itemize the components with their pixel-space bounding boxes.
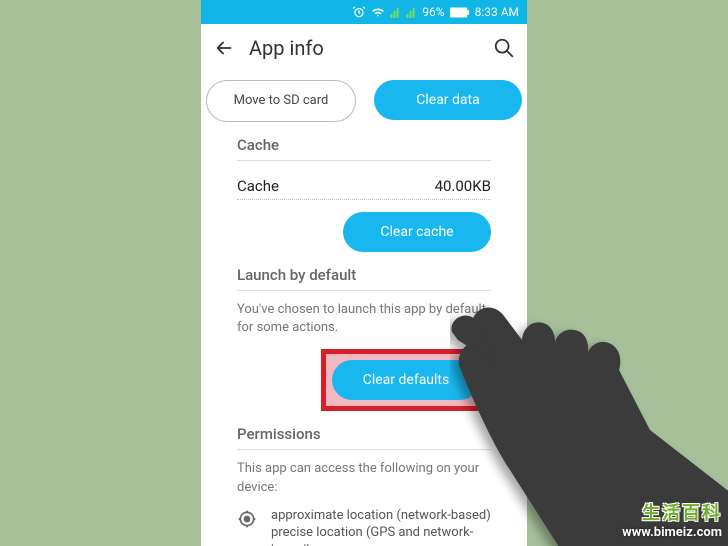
search-icon[interactable] (493, 37, 515, 59)
launch-header: Launch by default (237, 266, 491, 284)
location-icon (237, 509, 257, 529)
app-bar: App info (201, 24, 527, 72)
permissions-desc: This app can access the following on you… (237, 460, 491, 496)
permission-text: precise location (GPS and network-based) (271, 524, 491, 546)
alarm-icon (352, 5, 366, 19)
permission-item: approximate location (network-based) pre… (237, 507, 491, 546)
storage-buttons: Move to SD card Clear data (237, 80, 491, 122)
cache-value: 40.00KB (435, 177, 491, 195)
signal-icon-1 (390, 6, 401, 18)
permissions-header: Permissions (237, 425, 491, 443)
divider (237, 290, 491, 291)
move-to-sd-button[interactable]: Move to SD card (206, 80, 356, 122)
wifi-icon (371, 5, 385, 19)
phone-frame: 96% 8:33 AM App info Move to SD card Cle… (201, 0, 527, 546)
watermark-url: www.bimeiz.com (622, 525, 722, 540)
cache-row: Cache 40.00KB (237, 171, 491, 200)
watermark-text: 生活百科 (622, 499, 722, 525)
divider (237, 449, 491, 450)
divider (237, 160, 491, 161)
clear-cache-button[interactable]: Clear cache (343, 212, 491, 252)
battery-icon (450, 7, 470, 18)
page-title: App info (249, 36, 479, 60)
clear-defaults-button[interactable]: Clear defaults (332, 360, 480, 400)
signal-icon-2 (406, 6, 417, 18)
cache-header: Cache (237, 136, 491, 154)
highlight-box: Clear defaults (321, 349, 491, 411)
back-icon[interactable] (213, 37, 235, 59)
clear-data-button[interactable]: Clear data (374, 80, 522, 120)
clock-time: 8:33 AM (475, 5, 519, 19)
watermark: 生活百科 www.bimeiz.com (622, 499, 722, 540)
cache-label: Cache (237, 177, 435, 195)
status-bar: 96% 8:33 AM (201, 0, 527, 24)
permission-text: approximate location (network-based) (271, 507, 491, 525)
battery-percent: 96% (422, 5, 444, 19)
launch-desc: You've chosen to launch this app by defa… (237, 301, 491, 337)
permissions-list: approximate location (network-based) pre… (237, 507, 491, 546)
